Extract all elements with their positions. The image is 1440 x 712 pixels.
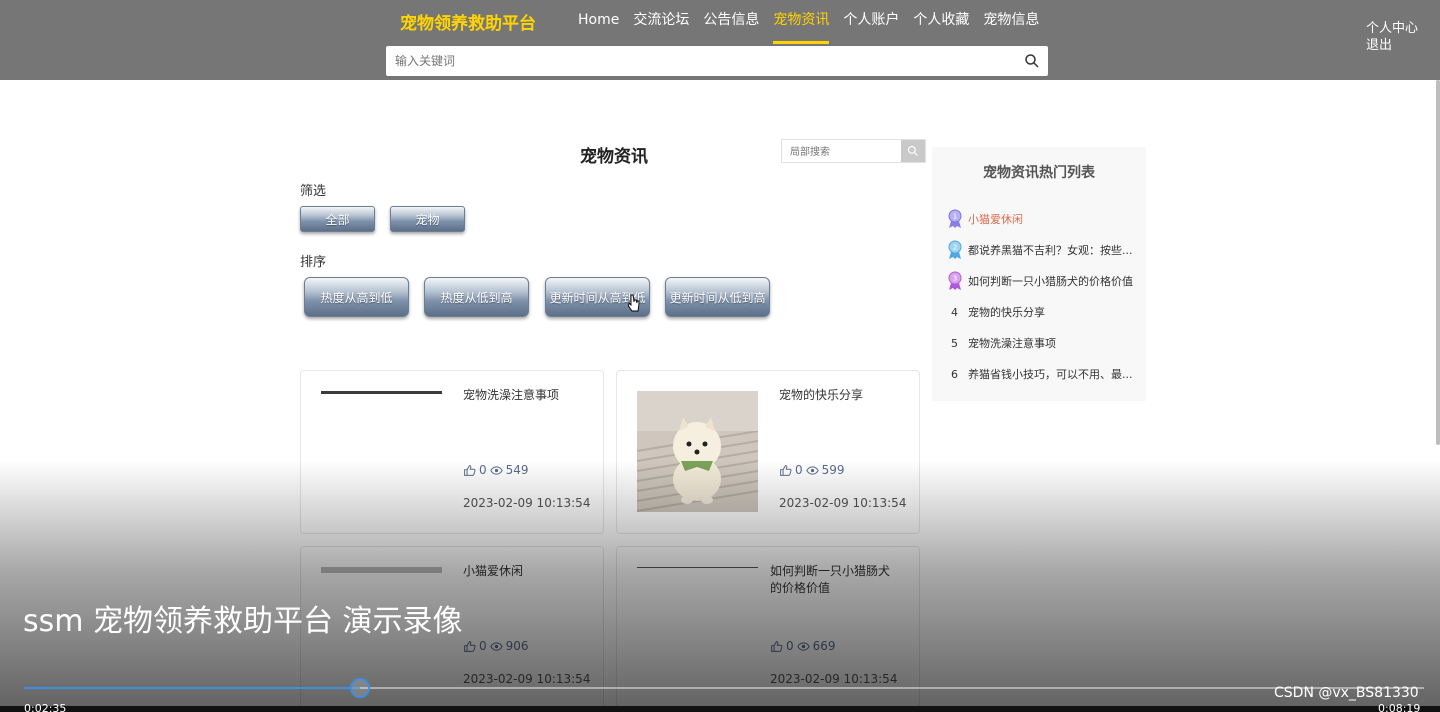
page-title: 宠物资讯 bbox=[580, 147, 648, 167]
news-stats: 0 599 bbox=[779, 463, 845, 477]
hot-list-item-title[interactable]: 宠物的快乐分享 bbox=[968, 304, 1045, 320]
news-thumbnail[interactable] bbox=[637, 567, 758, 568]
view-count: 599 bbox=[821, 463, 845, 477]
sort-time-asc-button[interactable]: 更新时间从低到高 bbox=[665, 277, 770, 317]
hot-list-item[interactable]: 2 都说养黑猫不吉利？女观：按些... bbox=[946, 239, 1142, 261]
search-icon[interactable] bbox=[1024, 53, 1040, 69]
rank-number: 5 bbox=[951, 336, 958, 350]
global-search-input[interactable] bbox=[386, 46, 1006, 76]
rank-number: 6 bbox=[951, 367, 958, 381]
user-links: 个人中心 退出 bbox=[1366, 20, 1418, 54]
news-date: 2023-02-09 10:13:54 bbox=[779, 496, 907, 510]
hot-list-item-title[interactable]: 都说养黑猫不吉利？女观：按些... bbox=[968, 242, 1133, 258]
news-stats: 0 549 bbox=[463, 463, 529, 477]
news-date: 2023-02-09 10:13:54 bbox=[770, 672, 898, 686]
news-stats: 0 669 bbox=[770, 639, 836, 653]
video-progress-fill bbox=[24, 687, 360, 689]
video-progress-bar[interactable] bbox=[24, 678, 1424, 698]
filter-pet-button[interactable]: 宠物 bbox=[390, 206, 465, 232]
sort-hot-asc-button[interactable]: 热度从低到高 bbox=[424, 277, 529, 317]
eye-icon bbox=[796, 641, 810, 651]
news-title[interactable]: 宠物洗澡注意事项 bbox=[463, 387, 593, 404]
rank-number: 4 bbox=[951, 305, 958, 319]
player-bottom-strip bbox=[0, 706, 1440, 712]
thumbs-up-icon[interactable] bbox=[770, 640, 783, 653]
hot-list-item[interactable]: 4 宠物的快乐分享 bbox=[946, 301, 1142, 323]
hot-list-panel: 宠物资讯热门列表 1 小猫爱休闲 2 都说养黑猫不吉利？女观：按些... 3 如… bbox=[932, 147, 1146, 401]
like-count: 0 bbox=[786, 639, 794, 653]
local-search-input[interactable] bbox=[782, 141, 902, 164]
news-thumbnail[interactable] bbox=[321, 567, 442, 573]
watermark: CSDN @vx_BS81330 bbox=[1274, 685, 1419, 701]
nav-notice[interactable]: 公告信息 bbox=[703, 0, 759, 44]
nav-account[interactable]: 个人账户 bbox=[843, 0, 899, 44]
bronze-medal-icon: 3 bbox=[946, 271, 963, 291]
hot-list-item[interactable]: 3 如何判断一只小猎肠犬的价格价值 bbox=[946, 270, 1142, 292]
thumbs-up-icon[interactable] bbox=[463, 464, 476, 477]
news-thumbnail[interactable] bbox=[637, 391, 758, 512]
search-icon bbox=[907, 145, 918, 156]
gold-medal-icon: 1 bbox=[946, 209, 963, 229]
news-stats: 0 906 bbox=[463, 639, 529, 653]
page-scrollbar[interactable] bbox=[1436, 80, 1440, 445]
hot-list-item-title[interactable]: 养猫省钱小技巧，可以不用、最... bbox=[968, 366, 1133, 382]
nav-pet-info[interactable]: 宠物信息 bbox=[983, 0, 1039, 44]
news-thumbnail[interactable] bbox=[321, 391, 442, 394]
hot-list-item-title[interactable]: 小猫爱休闲 bbox=[968, 211, 1023, 227]
filter-label: 筛选 bbox=[300, 184, 327, 199]
logout-link[interactable]: 退出 bbox=[1366, 37, 1418, 54]
nav-pet-news[interactable]: 宠物资讯 bbox=[773, 0, 830, 44]
local-search bbox=[781, 139, 926, 164]
sort-hot-desc-button[interactable]: 热度从高到低 bbox=[304, 277, 409, 317]
site-title[interactable]: 宠物领养救助平台 bbox=[400, 9, 536, 34]
user-center-link[interactable]: 个人中心 bbox=[1366, 20, 1418, 37]
view-count: 549 bbox=[505, 463, 529, 477]
view-count: 669 bbox=[812, 639, 836, 653]
news-date: 2023-02-09 10:13:54 bbox=[463, 496, 591, 510]
hot-list-item-title[interactable]: 宠物洗澡注意事项 bbox=[968, 335, 1056, 351]
view-count: 906 bbox=[505, 639, 529, 653]
video-progress-knob[interactable] bbox=[350, 678, 370, 698]
eye-icon bbox=[805, 465, 819, 475]
like-count: 0 bbox=[479, 639, 487, 653]
nav-forum[interactable]: 交流论坛 bbox=[633, 0, 689, 44]
main-nav: Home 交流论坛 公告信息 宠物资讯 个人账户 个人收藏 宠物信息 bbox=[578, 0, 1053, 44]
sort-label: 排序 bbox=[300, 255, 327, 270]
svg-text:2: 2 bbox=[952, 244, 956, 252]
news-title[interactable]: 宠物的快乐分享 bbox=[779, 387, 909, 404]
news-card[interactable]: 宠物的快乐分享 0 599 2023-02-09 10:13:54 bbox=[616, 370, 920, 534]
news-date: 2023-02-09 10:13:54 bbox=[463, 672, 591, 686]
mouse-cursor-icon bbox=[628, 294, 640, 312]
hot-list-title: 宠物资讯热门列表 bbox=[983, 165, 1095, 181]
hot-list-item[interactable]: 1 小猫爱休闲 bbox=[946, 208, 1142, 230]
svg-text:1: 1 bbox=[952, 213, 956, 221]
eye-icon bbox=[489, 465, 503, 475]
nav-home[interactable]: Home bbox=[578, 0, 619, 44]
hot-list-item[interactable]: 5 宠物洗澡注意事项 bbox=[946, 332, 1142, 354]
hot-list-item[interactable]: 6 养猫省钱小技巧，可以不用、最... bbox=[946, 363, 1142, 385]
hot-list-item-title[interactable]: 如何判断一只小猎肠犬的价格价值 bbox=[968, 273, 1133, 289]
video-title: ssm 宠物领养救助平台 演示录像 bbox=[23, 604, 463, 639]
total-time: 0:08:19 bbox=[1378, 702, 1421, 712]
thumbs-up-icon[interactable] bbox=[463, 640, 476, 653]
silver-medal-icon: 2 bbox=[946, 240, 963, 260]
eye-icon bbox=[489, 641, 503, 651]
like-count: 0 bbox=[795, 463, 803, 477]
news-title[interactable]: 小猫爱休闲 bbox=[463, 563, 593, 580]
news-title[interactable]: 如何判断一只小猎肠犬的价格价值 bbox=[770, 563, 900, 597]
news-card[interactable]: 宠物洗澡注意事项 0 549 2023-02-09 10:13:54 bbox=[300, 370, 604, 534]
like-count: 0 bbox=[479, 463, 487, 477]
current-time: 0:02:35 bbox=[24, 702, 67, 712]
local-search-button[interactable] bbox=[901, 140, 925, 162]
thumbs-up-icon[interactable] bbox=[779, 464, 792, 477]
nav-favorites[interactable]: 个人收藏 bbox=[913, 0, 969, 44]
global-search bbox=[386, 46, 1048, 76]
news-card[interactable]: 如何判断一只小猎肠犬的价格价值 0 669 2023-02-09 10:13:5… bbox=[616, 546, 920, 710]
filter-all-button[interactable]: 全部 bbox=[300, 206, 375, 232]
svg-text:3: 3 bbox=[952, 275, 956, 283]
